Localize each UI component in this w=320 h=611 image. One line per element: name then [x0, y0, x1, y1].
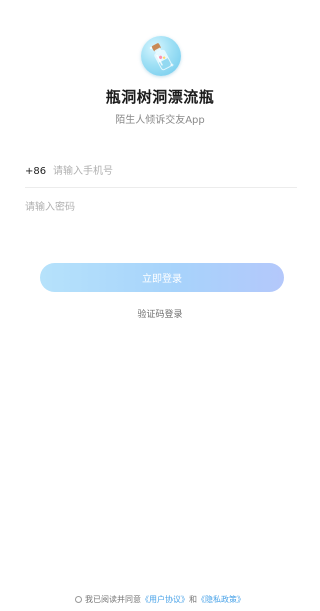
- sms-code-login-link[interactable]: 验证码登录: [0, 307, 320, 320]
- app-logo: [141, 36, 181, 76]
- login-button[interactable]: 立即登录: [40, 263, 284, 292]
- country-code[interactable]: +86: [25, 166, 53, 177]
- phone-field-row: +86: [25, 155, 297, 188]
- phone-input[interactable]: [53, 161, 297, 181]
- agreement-prefix: 我已阅读并同意: [85, 595, 141, 604]
- bottle-icon: [149, 43, 174, 71]
- app-subtitle: 陌生人倾诉交友App: [115, 115, 205, 126]
- password-field-row: [25, 191, 297, 223]
- privacy-policy-link[interactable]: 《隐私政策》: [197, 594, 245, 605]
- agreement-row: 我已阅读并同意 《用户协议》 和 《隐私政策》: [0, 594, 320, 605]
- agreement-checkbox[interactable]: [75, 596, 82, 603]
- password-input[interactable]: [25, 197, 297, 217]
- app-title: 瓶洞树洞漂流瓶: [105, 88, 215, 106]
- agreement-conjunction: 和: [189, 595, 197, 604]
- user-agreement-link[interactable]: 《用户协议》: [141, 594, 189, 605]
